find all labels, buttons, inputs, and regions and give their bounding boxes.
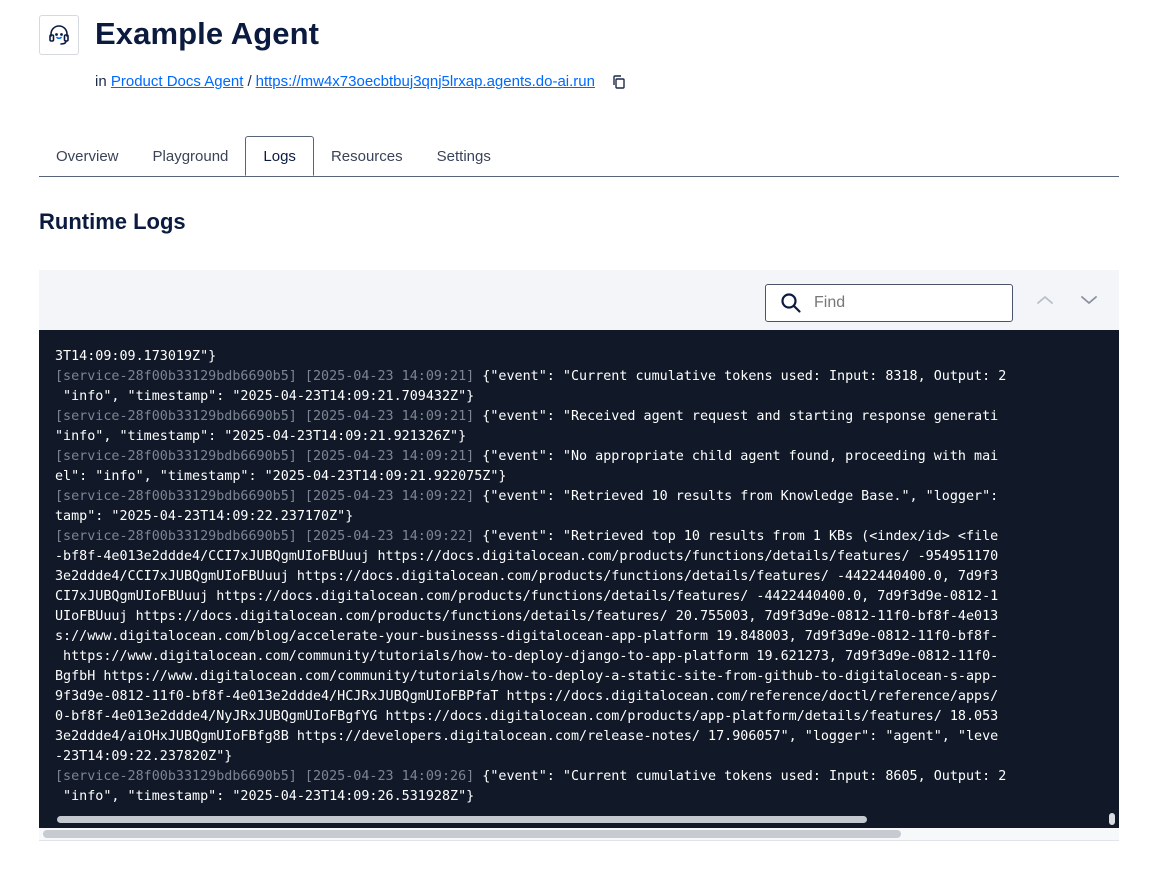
log-meta: [service-28f00b33129bdb6690b5] [2025-04-… xyxy=(55,769,475,784)
log-line: 3e2ddde4/aiOHxJUBQgmUIoFBfg8B https://de… xyxy=(55,727,1105,747)
log-viewer[interactable]: 3T14:09:09.173019Z"} [service-28f00b33129… xyxy=(39,330,1119,828)
headset-agent-icon xyxy=(49,25,69,45)
log-line: 3e2ddde4/CCI7xJUBQgmUIoFBUuuj https://do… xyxy=(55,567,1105,587)
log-message: UIoFBUuuj https://docs.digitalocean.com/… xyxy=(55,609,999,624)
log-message: BgfbH https://www.digitalocean.com/commu… xyxy=(55,669,999,684)
find-box xyxy=(765,284,1013,322)
breadcrumb-separator: / xyxy=(247,73,252,90)
log-line: [service-28f00b33129bdb6690b5] [2025-04-… xyxy=(55,487,1105,507)
log-line: UIoFBUuuj https://docs.digitalocean.com/… xyxy=(55,607,1105,627)
chevron-up-icon xyxy=(1037,296,1053,304)
log-line: "info", "timestamp": "2025-04-23T14:09:2… xyxy=(55,787,1105,807)
logs-toolbar xyxy=(39,270,1119,330)
log-line: -23T14:09:22.237820Z"} xyxy=(55,747,1105,767)
chevron-down-icon xyxy=(1081,296,1097,304)
log-line: [service-28f00b33129bdb6690b5] [2025-04-… xyxy=(55,447,1105,467)
log-message: el": "info", "timestamp": "2025-04-23T14… xyxy=(55,469,507,484)
tab-settings[interactable]: Settings xyxy=(420,136,508,176)
log-meta: [service-28f00b33129bdb6690b5] [2025-04-… xyxy=(55,489,475,504)
log-message: {"event": "Retrieved 10 results from Kno… xyxy=(474,489,999,504)
tab-resources[interactable]: Resources xyxy=(314,136,420,176)
log-message: 3e2ddde4/CCI7xJUBQgmUIoFBUuuj https://do… xyxy=(55,569,999,584)
log-line: 0-bf8f-4e013e2ddde4/NyJRxJUBQgmUIoFBgfYG… xyxy=(55,707,1105,727)
log-message: 0-bf8f-4e013e2ddde4/NyJRxJUBQgmUIoFBgfYG… xyxy=(55,709,999,724)
log-message: CI7xJUBQgmUIoFBUuuj https://docs.digital… xyxy=(55,589,999,604)
log-line: "info", "timestamp": "2025-04-23T14:09:2… xyxy=(55,387,1105,407)
log-line: [service-28f00b33129bdb6690b5] [2025-04-… xyxy=(55,527,1105,547)
previous-match-button[interactable] xyxy=(1033,288,1057,312)
log-message: {"event": "Current cumulative tokens use… xyxy=(474,369,1007,384)
log-line: [service-28f00b33129bdb6690b5] [2025-04-… xyxy=(55,767,1105,787)
log-meta: [service-28f00b33129bdb6690b5] [2025-04-… xyxy=(55,529,475,544)
log-message: {"event": "Current cumulative tokens use… xyxy=(474,769,1007,784)
log-lines: 3T14:09:09.173019Z"} [service-28f00b33129… xyxy=(55,347,1105,807)
page-horizontal-scrollbar[interactable] xyxy=(39,828,1119,841)
log-message: https://www.digitalocean.com/community/t… xyxy=(55,649,999,664)
next-match-button[interactable] xyxy=(1077,288,1101,312)
log-message: {"event": "No appropriate child agent fo… xyxy=(474,449,999,464)
search-icon xyxy=(780,292,802,314)
log-line: [service-28f00b33129bdb6690b5] [2025-04-… xyxy=(55,407,1105,427)
breadcrumb: in Product Docs Agent / https://mw4x73oe… xyxy=(95,73,627,90)
log-meta: [service-28f00b33129bdb6690b5] [2025-04-… xyxy=(55,409,475,424)
page-title: Example Agent xyxy=(95,16,320,51)
log-message: {"event": "Received agent request and st… xyxy=(474,409,999,424)
log-line: -bf8f-4e013e2ddde4/CCI7xJUBQgmUIoFBUuuj … xyxy=(55,547,1105,567)
log-message: 3T14:09:09.173019Z"} xyxy=(55,349,217,364)
log-message: -bf8f-4e013e2ddde4/CCI7xJUBQgmUIoFBUuuj … xyxy=(55,549,999,564)
section-title: Runtime Logs xyxy=(39,209,186,234)
copy-icon[interactable] xyxy=(611,74,627,90)
log-line: s://www.digitalocean.com/blog/accelerate… xyxy=(55,627,1105,647)
endpoint-link[interactable]: https://mw4x73oecbtbuj3qnj5lrxap.agents.… xyxy=(256,73,595,90)
page-scrollbar-thumb[interactable] xyxy=(43,830,901,838)
breadcrumb-prefix: in xyxy=(95,73,107,90)
find-input[interactable] xyxy=(812,293,996,313)
log-line: https://www.digitalocean.com/community/t… xyxy=(55,647,1105,667)
log-meta: [service-28f00b33129bdb6690b5] [2025-04-… xyxy=(55,369,475,384)
log-meta: [service-28f00b33129bdb6690b5] [2025-04-… xyxy=(55,449,475,464)
log-message: -23T14:09:22.237820Z"} xyxy=(55,749,233,764)
log-message: {"event": "Retrieved top 10 results from… xyxy=(474,529,999,544)
log-line: 9f3d9e-0812-11f0-bf8f-4e013e2ddde4/HCJRx… xyxy=(55,687,1105,707)
log-message: "info", "timestamp": "2025-04-23T14:09:2… xyxy=(55,789,475,804)
log-message: 9f3d9e-0812-11f0-bf8f-4e013e2ddde4/HCJRx… xyxy=(55,689,999,704)
project-link[interactable]: Product Docs Agent xyxy=(111,73,244,90)
log-line: CI7xJUBQgmUIoFBUuuj https://docs.digital… xyxy=(55,587,1105,607)
log-line: "info", "timestamp": "2025-04-23T14:09:2… xyxy=(55,427,1105,447)
log-message: s://www.digitalocean.com/blog/accelerate… xyxy=(55,629,999,644)
log-message: "info", "timestamp": "2025-04-23T14:09:2… xyxy=(55,389,475,404)
log-line: 3T14:09:09.173019Z"} xyxy=(55,347,1105,367)
log-message: 3e2ddde4/aiOHxJUBQgmUIoFBfg8B https://de… xyxy=(55,729,999,744)
log-message: tamp": "2025-04-23T14:09:22.237170Z"} xyxy=(55,509,354,524)
log-line: el": "info", "timestamp": "2025-04-23T14… xyxy=(55,467,1105,487)
horizontal-scrollbar-thumb[interactable] xyxy=(57,816,867,823)
tab-playground[interactable]: Playground xyxy=(136,136,246,176)
log-line: tamp": "2025-04-23T14:09:22.237170Z"} xyxy=(55,507,1105,527)
tab-overview[interactable]: Overview xyxy=(39,136,136,176)
log-line: [service-28f00b33129bdb6690b5] [2025-04-… xyxy=(55,367,1105,387)
agent-avatar xyxy=(39,15,79,55)
log-line: BgfbH https://www.digitalocean.com/commu… xyxy=(55,667,1105,687)
tab-logs[interactable]: Logs xyxy=(245,136,314,176)
log-message: "info", "timestamp": "2025-04-23T14:09:2… xyxy=(55,429,467,444)
tab-bar: Overview Playground Logs Resources Setti… xyxy=(39,136,1119,177)
vertical-scrollbar-thumb[interactable] xyxy=(1109,813,1115,825)
